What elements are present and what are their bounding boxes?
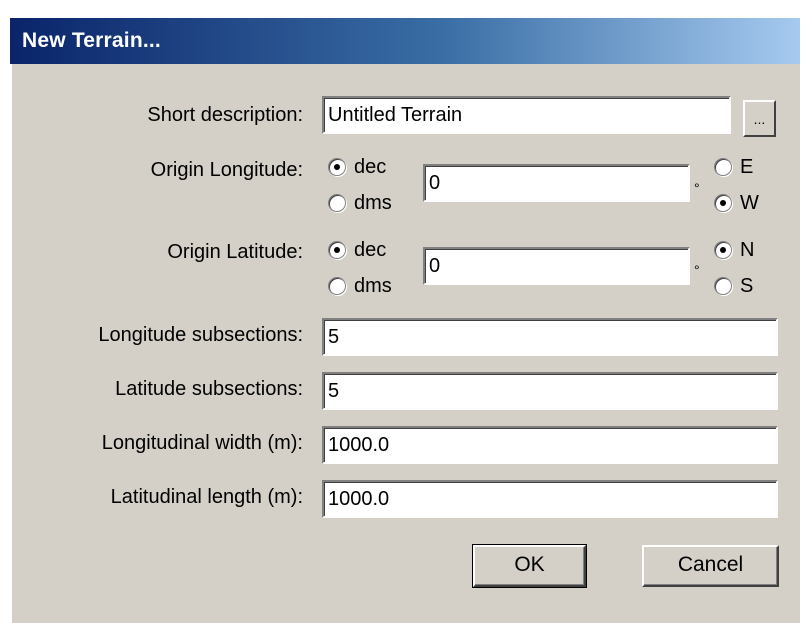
latitude-degree-symbol: °: [694, 262, 700, 278]
radio-unselected-icon: [328, 194, 346, 212]
radio-selected-icon: [714, 194, 732, 212]
longitudinal-width-label: Longitudinal width (m):: [101, 432, 303, 454]
short-description-label: Short description:: [147, 104, 303, 126]
browse-button[interactable]: ...: [743, 100, 776, 137]
radio-label: E: [740, 156, 754, 178]
latitudinal-length-input[interactable]: 1000.0: [322, 480, 778, 518]
latitude-direction-n-radio[interactable]: N: [714, 239, 754, 261]
cancel-button[interactable]: Cancel: [642, 545, 779, 587]
origin-latitude-input[interactable]: 0: [423, 247, 690, 285]
latitude-format-dms-radio[interactable]: dms: [328, 275, 392, 297]
radio-label: dms: [354, 275, 392, 297]
origin-longitude-label: Origin Longitude:: [150, 159, 303, 181]
longitude-format-dec-radio[interactable]: dec: [328, 156, 386, 178]
short-description-input[interactable]: Untitled Terrain: [322, 96, 731, 134]
ok-button[interactable]: OK: [472, 544, 587, 588]
radio-label: N: [740, 239, 755, 261]
latitudinal-length-label: Latitudinal length (m):: [110, 486, 303, 508]
origin-latitude-label: Origin Latitude:: [167, 241, 303, 263]
radio-unselected-icon: [714, 277, 732, 295]
radio-label: W: [740, 192, 759, 214]
longitude-direction-w-radio[interactable]: W: [714, 192, 759, 214]
latitude-subsections-input[interactable]: 5: [322, 372, 778, 410]
radio-unselected-icon: [328, 277, 346, 295]
radio-selected-icon: [714, 241, 732, 259]
radio-label: dms: [354, 192, 392, 214]
origin-longitude-input[interactable]: 0: [423, 164, 690, 202]
radio-unselected-icon: [714, 158, 732, 176]
longitude-subsections-label: Longitude subsections:: [98, 324, 303, 346]
radio-label: dec: [354, 156, 387, 178]
latitude-direction-s-radio[interactable]: S: [714, 275, 753, 297]
longitude-subsections-input[interactable]: 5: [322, 318, 778, 356]
latitude-subsections-label: Latitude subsections:: [115, 378, 303, 400]
radio-label: dec: [354, 239, 387, 261]
radio-selected-icon: [328, 158, 346, 176]
dialog-title: New Terrain...: [10, 18, 800, 64]
longitude-degree-symbol: °: [694, 180, 700, 196]
longitude-direction-e-radio[interactable]: E: [714, 156, 753, 178]
radio-label: S: [740, 275, 754, 297]
latitude-format-dec-radio[interactable]: dec: [328, 239, 386, 261]
longitude-format-dms-radio[interactable]: dms: [328, 192, 392, 214]
radio-selected-icon: [328, 241, 346, 259]
longitudinal-width-input[interactable]: 1000.0: [322, 426, 778, 464]
